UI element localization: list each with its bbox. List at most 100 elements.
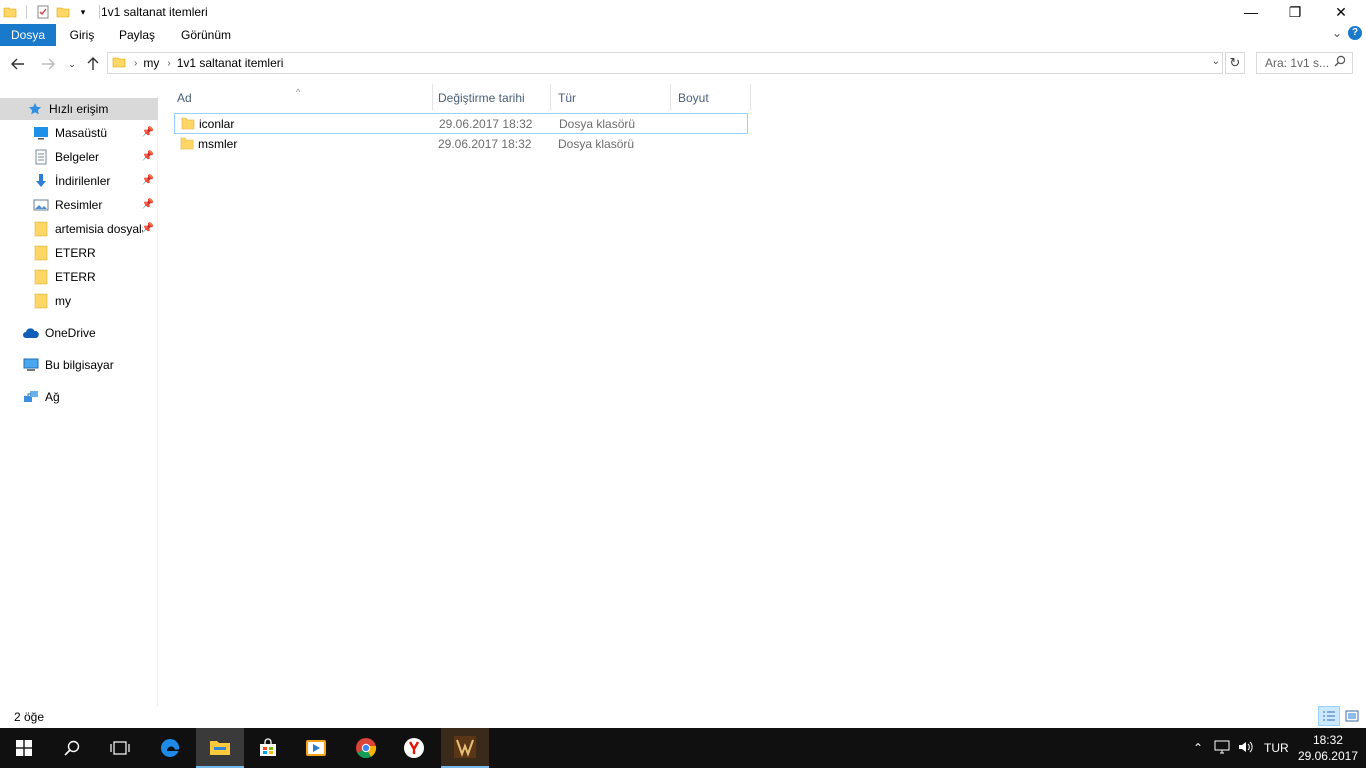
pictures-icon	[32, 197, 50, 213]
network-icon	[22, 389, 40, 405]
nav-item-my[interactable]: my	[0, 290, 158, 312]
pin-icon[interactable]: 📌	[142, 199, 154, 210]
file-list: Ad ^ Değiştirme tarihi Tür Boyut iconlar…	[170, 80, 1366, 706]
taskbar-file-explorer[interactable]	[196, 728, 244, 768]
chevron-right-icon[interactable]: ›	[134, 58, 137, 69]
nav-label: my	[55, 294, 71, 308]
pin-icon[interactable]: 📌	[142, 151, 154, 162]
details-view-button[interactable]	[1318, 706, 1340, 726]
folder-icon	[181, 117, 195, 133]
tab-giris[interactable]: Giriş	[56, 24, 108, 46]
pin-icon[interactable]: 📌	[142, 127, 154, 138]
search-icon	[64, 740, 80, 756]
game-app-icon	[454, 736, 476, 758]
sort-ascending-icon: ^	[296, 87, 301, 97]
column-header-name[interactable]: Ad ^	[170, 84, 433, 110]
large-icons-view-button[interactable]	[1341, 706, 1363, 726]
expand-ribbon-icon[interactable]: ⌄	[1332, 26, 1342, 40]
ribbon-tabs: Dosya Giriş Paylaş Görünüm ⌄ ?	[0, 24, 1366, 46]
restore-button[interactable]: ❐	[1272, 0, 1318, 24]
table-row[interactable]: msmler 29.06.2017 18:32 Dosya klasörü	[174, 134, 748, 155]
recent-locations-button[interactable]: ⌄	[62, 54, 82, 74]
table-row[interactable]: iconlar 29.06.2017 18:32 Dosya klasörü	[174, 113, 748, 134]
clock[interactable]: 18:32 29.06.2017	[1298, 732, 1358, 764]
nav-onedrive[interactable]: OneDrive	[0, 322, 158, 344]
nav-item-eterr[interactable]: ETERR	[0, 242, 158, 264]
column-header-size[interactable]: Boyut	[671, 84, 751, 110]
help-icon[interactable]: ?	[1348, 26, 1362, 40]
file-modified: 29.06.2017 18:32	[438, 137, 532, 151]
nav-item-downloads[interactable]: İndirilenler 📌	[0, 170, 158, 192]
minimize-button[interactable]: —	[1228, 0, 1274, 24]
task-view-button[interactable]	[96, 728, 144, 768]
close-button[interactable]: ✕	[1318, 0, 1364, 24]
network-status-icon[interactable]	[1214, 740, 1230, 757]
nav-item-eterr-2[interactable]: ETERR	[0, 266, 158, 288]
taskbar-game-app[interactable]	[441, 728, 489, 768]
search-icon	[1334, 55, 1346, 70]
up-button[interactable]	[83, 54, 103, 74]
nav-item-pictures[interactable]: Resimler 📌	[0, 194, 158, 216]
computer-icon	[22, 357, 40, 373]
nav-network[interactable]: Ağ	[0, 386, 158, 408]
column-header-type[interactable]: Tür	[551, 84, 671, 110]
back-button[interactable]	[8, 54, 28, 74]
forward-button[interactable]	[38, 54, 58, 74]
column-header-modified[interactable]: Değiştirme tarihi	[431, 84, 551, 110]
file-modified: 29.06.2017 18:32	[439, 117, 533, 131]
folder-icon	[32, 293, 50, 309]
taskbar-media-player[interactable]	[292, 728, 340, 768]
address-bar[interactable]: › my › 1v1 saltanat itemleri ⌄	[107, 52, 1223, 74]
nav-item-artemisia[interactable]: artemisia dosyala 📌	[0, 218, 158, 240]
taskbar-edge[interactable]	[146, 728, 194, 768]
start-button[interactable]	[0, 728, 48, 768]
pin-icon[interactable]: 📌	[142, 223, 154, 234]
input-language[interactable]: TUR	[1264, 741, 1289, 755]
taskbar-chrome[interactable]	[342, 728, 390, 768]
nav-label: Masaüstü	[55, 126, 108, 140]
tab-paylas[interactable]: Paylaş	[108, 24, 166, 46]
file-name: iconlar	[199, 117, 235, 131]
nav-label: Belgeler	[55, 150, 100, 164]
system-tray: ⌃ TUR	[1190, 728, 1289, 768]
media-player-icon	[306, 740, 326, 756]
nav-label: Bu bilgisayar	[45, 358, 114, 372]
item-count: 2 öğe	[14, 710, 45, 724]
search-placeholder: Ara: 1v1 s...	[1265, 56, 1330, 70]
breadcrumb-my[interactable]: my	[143, 56, 159, 70]
clock-date: 29.06.2017	[1297, 749, 1358, 763]
breadcrumb-current[interactable]: 1v1 saltanat itemleri	[177, 56, 284, 70]
search-input[interactable]: Ara: 1v1 s...	[1256, 52, 1353, 74]
nav-label: Resimler	[55, 198, 103, 212]
volume-icon[interactable]	[1238, 740, 1254, 757]
folder-icon	[32, 269, 50, 285]
file-explorer-icon	[210, 741, 230, 755]
downloads-icon	[32, 173, 50, 189]
arrow-left-icon	[11, 58, 24, 70]
refresh-button[interactable]: ↻	[1225, 52, 1245, 74]
pin-icon[interactable]: 📌	[142, 175, 154, 186]
tab-dosya[interactable]: Dosya	[0, 24, 56, 46]
nav-item-documents[interactable]: Belgeler 📌	[0, 146, 158, 168]
properties-icon[interactable]	[35, 4, 51, 20]
nav-this-pc[interactable]: Bu bilgisayar	[0, 354, 158, 376]
chevron-down-icon[interactable]: ⌄	[1212, 56, 1220, 67]
column-label: Ad	[177, 91, 192, 105]
tab-gorunum[interactable]: Görünüm	[166, 24, 246, 46]
navigation-pane: Hızlı erişim Masaüstü 📌 Belgeler 📌 İndir…	[0, 96, 158, 706]
title-bar: ▾ 1v1 saltanat itemleri — ❐ ✕	[0, 0, 1366, 24]
chevron-up-icon[interactable]: ⌃	[1190, 741, 1206, 755]
chevron-right-icon[interactable]: ›	[167, 58, 170, 69]
search-button[interactable]	[48, 728, 96, 768]
taskbar-store[interactable]	[244, 728, 292, 768]
folder-icon	[32, 221, 50, 237]
customize-qat-icon[interactable]: ▾	[75, 4, 91, 20]
windows-logo-icon	[16, 740, 32, 756]
address-row: ⌄ › my › 1v1 saltanat itemleri ⌄ ↻ Ara: …	[0, 50, 1366, 78]
nav-label: OneDrive	[45, 326, 96, 340]
nav-quick-access[interactable]: Hızlı erişim	[0, 98, 158, 120]
new-folder-icon[interactable]	[55, 4, 71, 20]
nav-item-desktop[interactable]: Masaüstü 📌	[0, 122, 158, 144]
desktop-icon	[32, 125, 50, 141]
taskbar-yandex[interactable]	[390, 728, 438, 768]
